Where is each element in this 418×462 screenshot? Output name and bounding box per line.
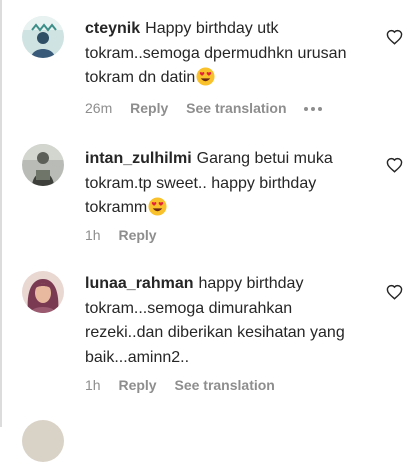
- see-translation-button[interactable]: See translation: [174, 377, 274, 393]
- reply-button[interactable]: Reply: [130, 100, 168, 116]
- comment-meta: 1h Reply See translation: [85, 377, 289, 393]
- comment-time: 1h: [85, 377, 101, 393]
- comment-username[interactable]: cteynik: [85, 20, 140, 37]
- heart-eyes-emoji-icon: [196, 67, 215, 86]
- see-translation-button[interactable]: See translation: [186, 100, 286, 116]
- heart-eyes-emoji-icon: [148, 197, 167, 216]
- comment-time: 1h: [85, 227, 101, 243]
- like-heart-icon[interactable]: [386, 284, 403, 300]
- panel-edge: [0, 0, 2, 427]
- comment-text-block: lunaa_rahman happy birthday tokram...semo…: [85, 272, 370, 370]
- comment-meta: 1h Reply: [85, 227, 171, 243]
- avatar[interactable]: [22, 16, 64, 58]
- comment-text-block: intan_zulhilmi Garang betui muka tokram.t…: [85, 147, 370, 221]
- comment-username[interactable]: lunaa_rahman: [85, 275, 193, 292]
- comment-text-block: cteynik Happy birthday utk tokram..semoga…: [85, 17, 370, 91]
- comment-time: 26m: [85, 100, 113, 116]
- comment-meta: 26m Reply See translation: [85, 98, 339, 116]
- reply-button[interactable]: Reply: [118, 227, 156, 243]
- more-options-icon[interactable]: [304, 98, 325, 114]
- like-heart-icon[interactable]: [386, 29, 403, 45]
- avatar[interactable]: [22, 271, 64, 313]
- comment-username[interactable]: intan_zulhilmi: [85, 150, 192, 167]
- like-heart-icon[interactable]: [386, 157, 403, 173]
- avatar[interactable]: [22, 420, 64, 462]
- avatar[interactable]: [22, 144, 64, 186]
- reply-button[interactable]: Reply: [118, 377, 156, 393]
